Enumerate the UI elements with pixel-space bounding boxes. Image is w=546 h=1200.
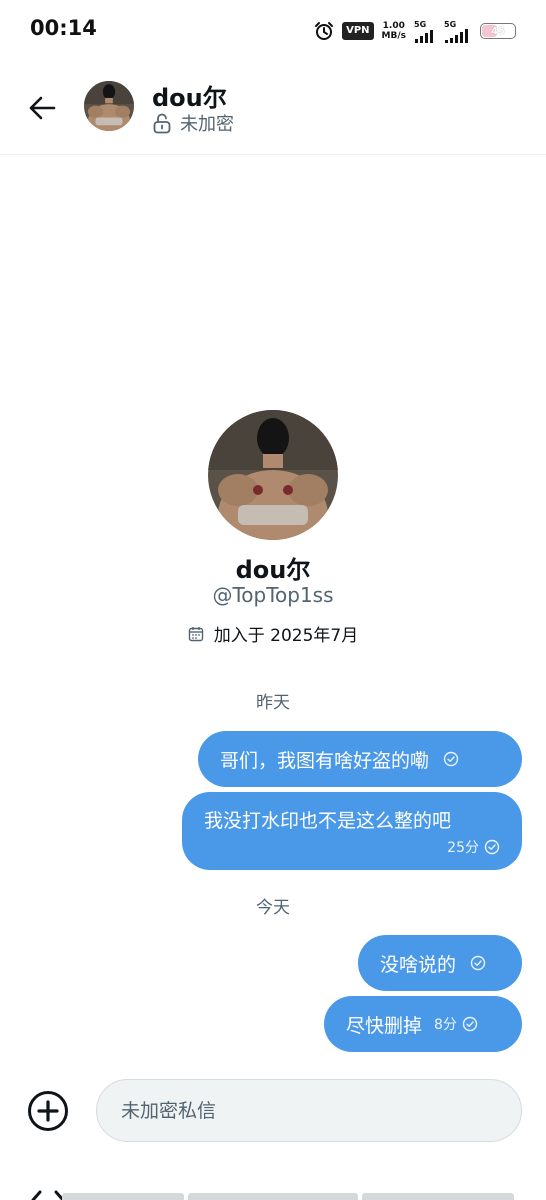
message-text: 尽快删掉 [346, 1014, 423, 1037]
arrow-left-icon [29, 96, 56, 120]
day-separator-yesterday: 昨天 [256, 693, 290, 713]
conversation-header: dou尔 未加密 [0, 60, 546, 155]
encryption-status: 未加密 [152, 110, 234, 136]
message-meta [443, 751, 459, 767]
alarm-icon [315, 22, 334, 40]
battery-icon: 45 [480, 23, 516, 39]
message-text: 我没打水印也不是这么整的吧 [204, 810, 452, 832]
signal-1-label: 5G [414, 19, 427, 29]
profile-joined: 加入于 2025年7月 [0, 621, 546, 646]
battery-percent: 45 [491, 25, 505, 37]
bottom-segment [188, 1193, 358, 1200]
status-icons: VPN 1.00 MB/s 5G 5G 45 [314, 18, 516, 44]
message-text: 没啥说的 [380, 953, 457, 976]
bottom-segment [62, 1193, 184, 1200]
profile-handle[interactable]: @TopTop1ss [0, 583, 546, 607]
sent-check-icon [443, 751, 459, 767]
sent-check-icon [462, 1016, 478, 1032]
message-input[interactable] [96, 1079, 522, 1142]
message-meta [470, 955, 486, 971]
back-button[interactable] [24, 90, 60, 126]
message-meta: 8分 [434, 1014, 478, 1034]
message-bubble[interactable]: 没啥说的 [358, 935, 522, 991]
calendar-icon [188, 626, 203, 641]
vpn-badge: VPN [342, 22, 374, 40]
message-meta: 25分 [447, 837, 500, 857]
joined-date: 加入于 2025年7月 [213, 626, 359, 646]
status-bar: 00:14 VPN 1.00 MB/s 5G 5G 45 [0, 0, 546, 60]
sent-check-icon [484, 839, 500, 855]
encryption-status-text: 未加密 [180, 114, 234, 135]
close-icon [31, 1190, 65, 1200]
signal-2: 5G [444, 20, 472, 43]
signal-bars-icon [445, 28, 468, 43]
add-circle-icon [28, 1091, 68, 1131]
message-text: 哥们，我图有啥好盗的嘞 [220, 749, 430, 772]
network-speed-value: 1.00 [382, 21, 405, 31]
avatar-image [208, 410, 338, 540]
bottom-segment [362, 1193, 514, 1200]
day-separator-today: 今天 [256, 898, 290, 918]
message-time: 8分 [434, 1017, 457, 1033]
message-bubble[interactable]: 哥们，我图有啥好盗的嘞 [198, 731, 522, 787]
header-avatar[interactable] [84, 81, 134, 131]
unlock-icon [153, 113, 171, 134]
profile-name: dou尔 [235, 556, 311, 584]
message-bubble[interactable]: 我没打水印也不是这么整的吧 25分 [182, 792, 522, 870]
status-time: 00:14 [30, 16, 97, 40]
network-speed: 1.00 MB/s [382, 21, 406, 41]
message-bubble[interactable]: 尽快删掉 8分 [324, 996, 522, 1052]
profile-avatar[interactable] [208, 410, 338, 540]
sent-check-icon [470, 955, 486, 971]
signal-1: 5G [414, 20, 436, 43]
network-speed-unit: MB/s [381, 31, 406, 41]
avatar-image [84, 81, 134, 131]
bottom-bar [0, 1188, 546, 1200]
header-name: dou尔 [152, 84, 227, 112]
message-time: 25分 [447, 840, 479, 856]
signal-bars-icon [415, 29, 433, 43]
signal-2-label: 5G [444, 19, 457, 29]
add-media-button[interactable] [26, 1089, 70, 1133]
